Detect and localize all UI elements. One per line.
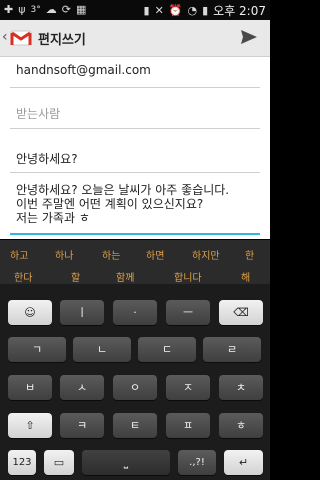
key-dot[interactable]: · xyxy=(113,300,157,325)
signal-bars-icon: ▮ xyxy=(143,4,150,17)
gmail-logo-icon xyxy=(10,30,32,46)
key-n[interactable]: ㄴ xyxy=(73,337,131,362)
emoji-key[interactable]: ☺ xyxy=(8,300,52,325)
app-bar: ‹ 편지쓰기 xyxy=(0,20,270,57)
key-ng[interactable]: ㅇ xyxy=(113,375,157,400)
clock-text: 오후 2:07 xyxy=(213,4,266,18)
page-title: 편지쓰기 xyxy=(38,33,86,48)
suggestion-7[interactable]: 한다 xyxy=(14,269,32,284)
key-j[interactable]: ㅈ xyxy=(166,375,210,400)
chat-icon[interactable]: ▭ xyxy=(44,450,74,475)
suggestion-10[interactable]: 합니다 xyxy=(174,269,202,284)
key-h[interactable]: ㅎ xyxy=(219,413,263,438)
key-k[interactable]: ㅋ xyxy=(60,413,104,438)
suggestion-11[interactable]: 해 xyxy=(241,269,250,284)
suggestion-6[interactable]: 한 xyxy=(245,247,254,262)
subject-field[interactable]: 안녕하세요? xyxy=(16,150,254,167)
suggestion-4[interactable]: 하면 xyxy=(146,247,164,262)
shift-key[interactable]: ⇧ xyxy=(8,413,52,438)
enter-key[interactable]: ↵ xyxy=(224,450,263,475)
sync-icon: ⟳ xyxy=(61,3,71,16)
wifi-icon: ◔ xyxy=(187,4,198,17)
usb-icon: ψ xyxy=(18,3,26,16)
subject-field-divider xyxy=(10,172,260,173)
suggestion-1[interactable]: 하고 xyxy=(10,247,28,262)
body-field[interactable]: 안녕하세요? 오늘은 날씨가 아주 좋습니다. 이번 주말엔 어떤 계획이 있으… xyxy=(16,183,254,225)
mute-icon: ✕ xyxy=(154,4,164,17)
back-icon[interactable]: ‹ xyxy=(2,29,8,45)
key-p[interactable]: ㅍ xyxy=(166,413,210,438)
body-field-focus-line xyxy=(10,233,260,235)
number-mode-key[interactable]: 123 xyxy=(8,450,36,475)
suggestion-9[interactable]: 함께 xyxy=(116,269,134,284)
storage-icon: ▦ xyxy=(75,3,87,16)
key-eu[interactable]: ㅡ xyxy=(166,300,210,325)
to-field[interactable]: 받는사람 xyxy=(16,105,254,122)
key-s[interactable]: ㅅ xyxy=(60,375,104,400)
key-g[interactable]: ㄱ xyxy=(8,337,66,362)
send-icon[interactable] xyxy=(240,28,258,46)
status-bar: ✚ ψ 3° ☁ ⟳ ▦ ▮ ✕ ⏰ ◔ ▮ 오후 2:07 xyxy=(0,0,270,20)
keyboard: 하고 하나 하는 하면 하지만 한 한다 할 함께 합니다 해 ☺ ㅣ · ㅡ … xyxy=(0,240,270,480)
battery-icon: ▮ xyxy=(202,4,209,17)
body-line-3: 저는 가족과 ㅎ xyxy=(16,211,90,225)
suggestion-2[interactable]: 하나 xyxy=(55,247,73,262)
key-ch[interactable]: ㅊ xyxy=(219,375,263,400)
key-t[interactable]: ㅌ xyxy=(113,413,157,438)
notification-count-icon: 3° xyxy=(30,4,41,15)
punctuation-key[interactable]: .,?! xyxy=(178,450,216,475)
key-b[interactable]: ㅂ xyxy=(8,375,52,400)
suggestion-3[interactable]: 하는 xyxy=(102,247,120,262)
key-i[interactable]: ㅣ xyxy=(60,300,104,325)
body-line-2: 이번 주말엔 어떤 계획이 있으신지요? xyxy=(16,197,204,211)
suggestion-8[interactable]: 할 xyxy=(71,269,80,284)
key-r[interactable]: ㄹ xyxy=(203,337,261,362)
key-d[interactable]: ㄷ xyxy=(138,337,196,362)
space-key[interactable]: ⎵ xyxy=(82,450,170,475)
suggestion-5[interactable]: 하지만 xyxy=(192,247,220,262)
plus-icon: ✚ xyxy=(4,3,14,16)
backspace-key[interactable]: ⌫ xyxy=(219,300,263,325)
to-field-divider xyxy=(10,128,260,129)
compose-form: handnsoft@gmail.com 받는사람 안녕하세요? 안녕하세요? 오… xyxy=(0,57,270,239)
from-field-divider xyxy=(10,87,260,88)
alarm-icon: ⏰ xyxy=(168,4,183,17)
suggestion-bar: 하고 하나 하는 하면 하지만 한 한다 할 함께 합니다 해 xyxy=(0,240,270,284)
from-field[interactable]: handnsoft@gmail.com xyxy=(16,63,254,77)
body-line-1: 안녕하세요? 오늘은 날씨가 아주 좋습니다. xyxy=(16,183,230,197)
weather-icon: ☁ xyxy=(45,3,57,16)
